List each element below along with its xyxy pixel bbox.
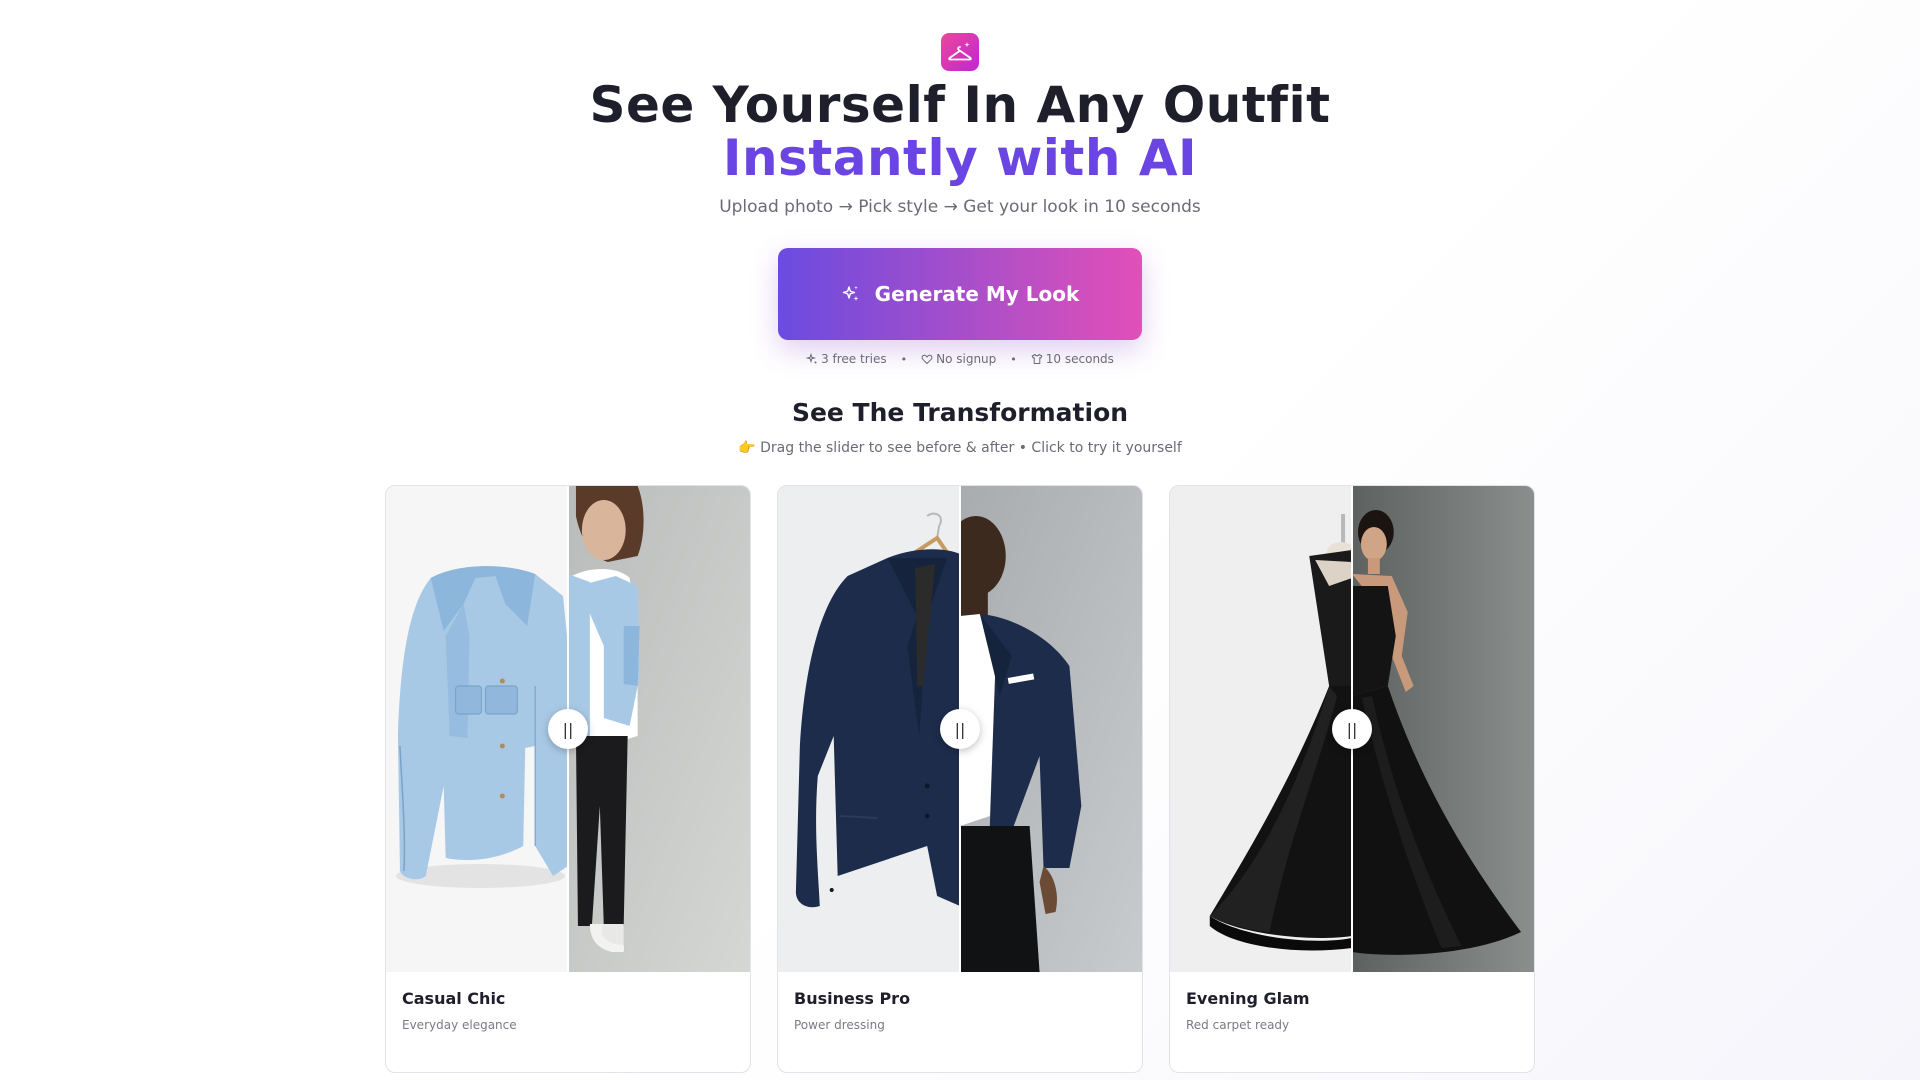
before-after-slider[interactable]: ||	[386, 486, 750, 972]
after-image	[960, 486, 1142, 972]
perk-free-tries: 3 free tries	[806, 352, 887, 366]
before-after-slider[interactable]: ||	[778, 486, 1142, 972]
section-title: See The Transformation	[791, 398, 1129, 427]
perk-free-tries-label: 3 free tries	[821, 352, 887, 366]
slider-handle[interactable]: ||	[1332, 709, 1372, 749]
perk-separator: •	[1010, 352, 1017, 366]
card-title: Casual Chic	[402, 989, 506, 1008]
style-card-business-pro[interactable]: || Business Pro Power dressing	[777, 485, 1143, 1073]
card-subtitle: Red carpet ready	[1186, 1018, 1290, 1032]
perk-no-signup: No signup	[921, 352, 996, 366]
card-title: Business Pro	[794, 989, 911, 1008]
card-subtitle: Everyday elegance	[402, 1018, 517, 1032]
slider-handle[interactable]: ||	[940, 709, 980, 749]
card-subtitle: Power dressing	[794, 1018, 885, 1032]
before-image	[386, 486, 568, 972]
hanger-sparkle-icon	[948, 42, 972, 61]
tagline: Upload photo → Pick style → Get your loo…	[719, 197, 1201, 217]
perk-speed-label: 10 seconds	[1045, 352, 1114, 366]
perk-speed: 10 seconds	[1031, 352, 1114, 366]
sparkles-icon	[806, 353, 817, 364]
style-card-evening-glam[interactable]: || Evening Glam Red carpet ready	[1169, 485, 1535, 1073]
before-after-slider[interactable]: ||	[1170, 486, 1534, 972]
transformation-cards: || Casual Chic Everyday elegance || Busi…	[385, 485, 1535, 1073]
after-image	[568, 486, 750, 972]
generate-look-button[interactable]: Generate My Look	[778, 248, 1142, 340]
card-title: Evening Glam	[1186, 989, 1310, 1008]
headline-accent: Instantly with AI	[722, 129, 1198, 187]
perks-row: 3 free tries • No signup • 10 seconds	[0, 352, 1920, 366]
shirt-icon	[1031, 354, 1043, 364]
logo	[941, 33, 979, 71]
before-image	[778, 486, 960, 972]
after-image	[1352, 486, 1534, 972]
headline: See Yourself In Any Outfit	[589, 76, 1331, 134]
sparkles-icon	[842, 286, 859, 301]
heart-icon	[921, 354, 933, 365]
generate-look-label: Generate My Look	[874, 282, 1080, 306]
style-card-casual-chic[interactable]: || Casual Chic Everyday elegance	[385, 485, 751, 1073]
before-image	[1170, 486, 1352, 972]
slider-handle[interactable]: ||	[548, 709, 588, 749]
perk-separator: •	[900, 352, 908, 366]
perk-no-signup-label: No signup	[936, 352, 997, 366]
section-subtitle: 👉 Drag the slider to see before & after …	[738, 440, 1182, 456]
